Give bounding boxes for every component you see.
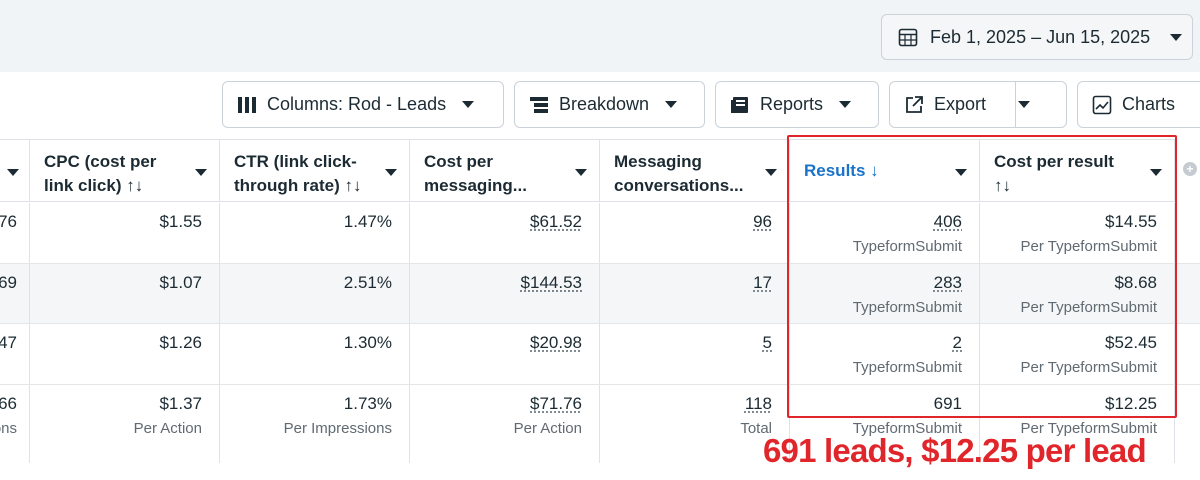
- reports-label: Reports: [760, 94, 824, 114]
- partial-total-sub: ons: [0, 420, 17, 437]
- partial-value: 69: [0, 273, 17, 292]
- ctr-value: 2.51%: [343, 273, 392, 292]
- chevron-down-icon: [839, 101, 852, 108]
- column-header-cpc[interactable]: CPC (cost per link click) ↑↓: [30, 139, 220, 202]
- highlight-box: [787, 135, 1177, 418]
- chevron-down-icon: [462, 101, 475, 108]
- charts-label: Charts: [1122, 94, 1176, 114]
- add-column-icon[interactable]: +: [1183, 162, 1197, 176]
- ctr-total-sub: Per Impressions: [283, 420, 392, 437]
- columns-button[interactable]: Columns: Rod - Leads: [222, 81, 504, 128]
- chart-icon: [1092, 95, 1112, 114]
- messaging-conversations-value[interactable]: 17: [753, 273, 772, 293]
- export-split-divider: [1015, 82, 1016, 127]
- ctr-value: 1.47%: [343, 212, 392, 231]
- export-dropdown-chevron-icon[interactable]: [1018, 101, 1031, 108]
- partial-value: 76: [0, 212, 17, 231]
- cpc-total-sub: Per Action: [133, 420, 202, 437]
- column-header-cost-per-messaging[interactable]: Cost per messaging...: [410, 139, 600, 202]
- cpc-value: $1.55: [159, 212, 202, 231]
- reports-button[interactable]: Reports: [715, 81, 879, 128]
- date-range-picker[interactable]: Feb 1, 2025 – Jun 15, 2025: [881, 14, 1193, 60]
- ctr-value: 1.30%: [343, 333, 392, 352]
- cost-per-messaging-value[interactable]: $61.52: [530, 212, 582, 232]
- chevron-down-icon[interactable]: [195, 169, 207, 176]
- messaging-conversations-value[interactable]: 5: [763, 333, 772, 353]
- charts-button[interactable]: Charts: [1077, 81, 1200, 128]
- cost-per-messaging-total[interactable]: $71.76: [530, 394, 582, 414]
- chevron-down-icon: [665, 101, 678, 108]
- calendar-icon: [898, 28, 918, 47]
- chevron-down-icon: [1170, 33, 1183, 41]
- messaging-conversations-value[interactable]: 96: [753, 212, 772, 232]
- partial-total: 66: [0, 394, 17, 413]
- columns-icon: [238, 96, 256, 113]
- column-header-ctr[interactable]: CTR (link click-through rate) ↑↓: [220, 139, 410, 202]
- cpc-value: $1.07: [159, 273, 202, 292]
- chevron-down-icon[interactable]: [575, 169, 587, 176]
- chevron-down-icon[interactable]: [385, 169, 397, 176]
- chevron-down-icon[interactable]: [765, 169, 777, 176]
- columns-label: Columns: Rod - Leads: [267, 94, 447, 114]
- ctr-total: 1.73%: [343, 394, 392, 413]
- column-header-messaging-conversations[interactable]: Messaging conversations...: [600, 139, 790, 202]
- cost-per-messaging-value[interactable]: $144.53: [521, 273, 582, 293]
- cpc-total: $1.37: [159, 394, 202, 413]
- reports-icon: [731, 96, 748, 113]
- breakdown-button[interactable]: Breakdown: [514, 81, 705, 128]
- chevron-down-icon[interactable]: [7, 169, 19, 176]
- cost-per-messaging-value[interactable]: $20.98: [530, 333, 582, 353]
- breakdown-label: Breakdown: [559, 94, 650, 114]
- export-label: Export: [934, 94, 987, 114]
- annotation-text: 691 leads, $12.25 per lead: [763, 432, 1147, 469]
- export-icon: [906, 95, 923, 113]
- export-button[interactable]: Export: [889, 81, 1067, 128]
- partial-value: 47: [0, 333, 17, 352]
- date-range-label: Feb 1, 2025 – Jun 15, 2025: [930, 26, 1151, 47]
- cpc-value: $1.26: [159, 333, 202, 352]
- cost-per-messaging-total-sub: Per Action: [513, 420, 582, 437]
- messaging-conversations-total[interactable]: 118: [745, 394, 772, 414]
- column-header-partial[interactable]: [0, 139, 30, 202]
- breakdown-icon: [530, 96, 548, 113]
